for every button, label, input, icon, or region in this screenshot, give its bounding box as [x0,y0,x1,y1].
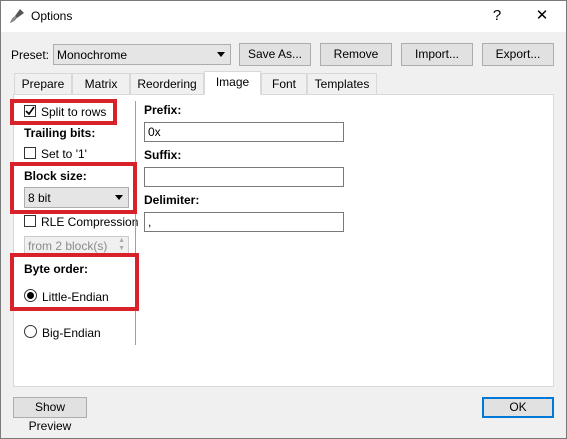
window-title: Options [31,9,73,23]
split-to-rows-checkbox[interactable] [24,105,36,117]
block-size-select[interactable]: 8 bit [24,187,129,208]
rle-from-spinbox: from 2 block(s) ▲ ▼ [24,236,129,256]
rle-compression-label: RLE Compression [41,215,139,229]
export-button[interactable]: Export... [482,43,554,66]
options-window: Options ? ✕ Preset: Monochrome Save As..… [0,0,567,439]
spin-arrows-icon: ▲ ▼ [118,237,125,252]
prefix-input[interactable]: 0x [144,122,344,142]
check-icon [25,106,35,116]
tab-matrix[interactable]: Matrix [72,73,130,94]
suffix-input[interactable] [144,167,344,187]
rle-compression-checkbox[interactable] [24,215,36,227]
preset-select[interactable]: Monochrome [53,44,231,65]
split-to-rows-label: Split to rows [41,105,107,119]
byte-order-label: Byte order: [24,262,89,276]
close-button[interactable]: ✕ [530,5,554,27]
tab-image[interactable]: Image [204,71,261,95]
block-size-value: 8 bit [28,191,51,205]
rle-from-value: from 2 block(s) [28,239,108,253]
trailing-bits-label: Trailing bits: [24,126,96,140]
save-as-button[interactable]: Save As... [239,43,311,66]
show-preview-button[interactable]: Show Preview [13,397,87,433]
chevron-down-icon [115,195,123,200]
tab-font[interactable]: Font [261,73,307,94]
delimiter-label: Delimiter: [144,193,200,207]
preset-value: Monochrome [57,48,128,62]
ok-button[interactable]: OK [482,397,554,418]
column-divider [135,101,136,345]
title-bar: Options ? ✕ [1,1,566,32]
big-endian-radio[interactable] [24,325,37,338]
help-button[interactable]: ? [485,5,509,27]
preset-label: Preset: [11,48,50,62]
suffix-label: Suffix: [144,148,182,162]
remove-button[interactable]: Remove [320,43,392,66]
delimiter-input[interactable]: , [144,212,344,232]
tab-reordering[interactable]: Reordering [130,73,204,94]
tab-prepare[interactable]: Prepare [14,73,72,94]
little-endian-label: Little-Endian [42,290,109,304]
set-to-one-label: Set to '1' [41,147,87,161]
set-to-one-checkbox[interactable] [24,147,36,159]
prefix-label: Prefix: [144,103,182,117]
import-button[interactable]: Import... [401,43,473,66]
chevron-down-icon [217,52,225,57]
block-size-label: Block size: [24,169,87,183]
big-endian-label: Big-Endian [42,326,101,340]
tab-templates[interactable]: Templates [307,73,377,94]
brush-icon [10,9,24,23]
little-endian-radio[interactable] [24,289,37,302]
